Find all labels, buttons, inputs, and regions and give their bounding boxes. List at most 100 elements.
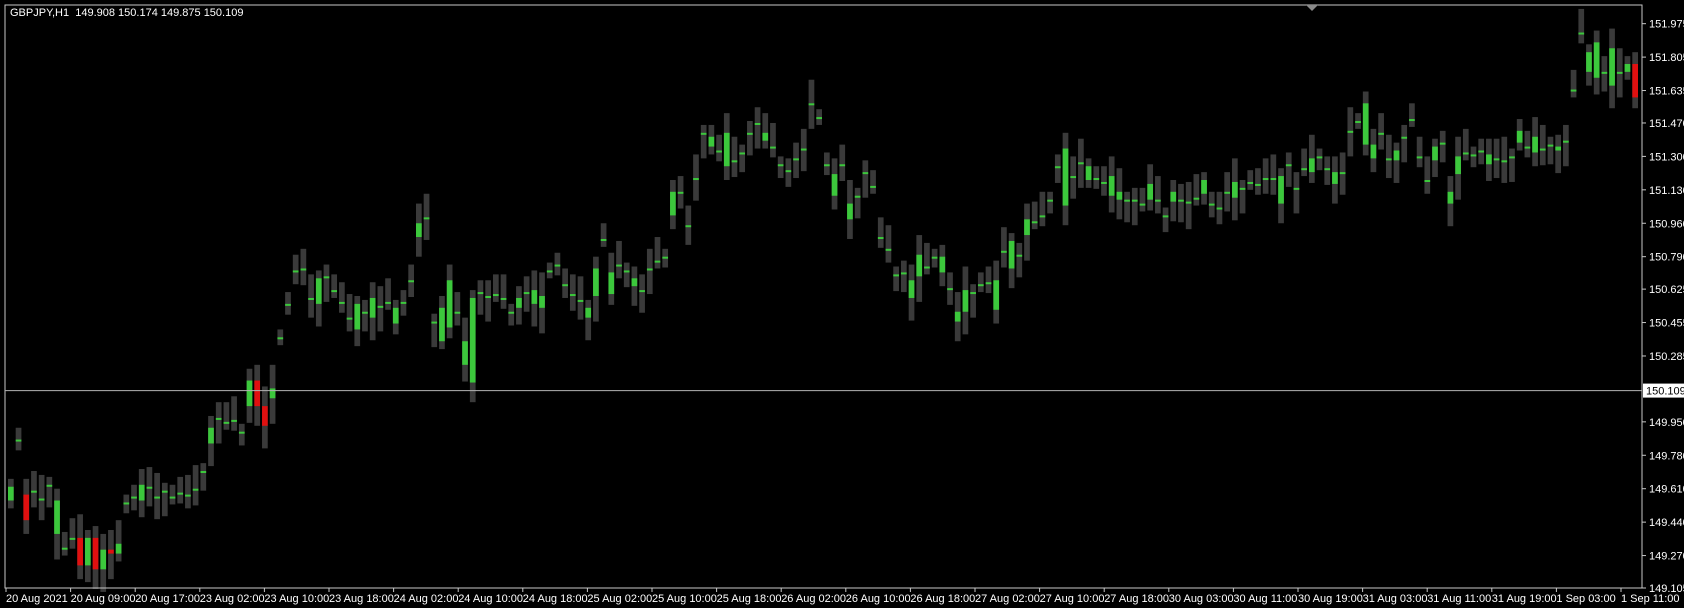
candle-wick [924, 242, 930, 275]
candle-body [1201, 179, 1207, 194]
candle-wick [1539, 124, 1546, 166]
candle-body [1355, 121, 1361, 124]
candle-body [1439, 142, 1446, 145]
candle-wick [877, 217, 884, 248]
candle-body [1455, 156, 1461, 175]
candle-body [947, 288, 953, 291]
y-tick-label: 150.790 [1649, 252, 1684, 264]
candle-body [269, 388, 276, 399]
candle-body [500, 297, 507, 300]
candle-body [1547, 144, 1554, 147]
candle-body [8, 486, 14, 501]
candle-body [1170, 191, 1177, 202]
y-tick-label: 151.975 [1649, 19, 1684, 31]
y-tick-label: 150.455 [1649, 318, 1684, 330]
candle-body [1470, 154, 1477, 157]
candle-wick [1139, 187, 1146, 212]
candle-body [924, 266, 930, 269]
candle-wick [762, 113, 769, 149]
candle-wick [900, 260, 907, 293]
candle-body [762, 132, 769, 141]
candle-body [1409, 119, 1415, 122]
candle-body [1401, 136, 1408, 139]
candle-body [369, 297, 376, 318]
candle-body [593, 268, 599, 297]
candle-body [1501, 160, 1508, 163]
candle-wick [223, 402, 230, 430]
candle-body [1255, 183, 1261, 186]
candle-body [308, 297, 314, 300]
candle-wick [1178, 183, 1184, 223]
candle-body [277, 337, 284, 340]
candle-body [623, 270, 630, 273]
candle-body [54, 500, 60, 534]
y-tick-label: 151.635 [1649, 86, 1684, 98]
candle-body [639, 290, 645, 293]
candle-body [108, 549, 114, 554]
candle-body [1162, 215, 1169, 218]
candle-body [146, 486, 153, 489]
candle-body [1093, 178, 1100, 181]
candle-body [469, 297, 476, 383]
y-tick-label: 149.610 [1649, 484, 1684, 496]
candle-body [747, 132, 753, 135]
symbol-timeframe: GBPJPY,H1 [10, 7, 70, 19]
candle-body [985, 282, 992, 285]
candles-layer [8, 8, 1638, 592]
candle-body [954, 311, 961, 322]
candle-body [816, 117, 822, 120]
candle-body [331, 290, 338, 293]
candle-body [1339, 172, 1346, 175]
candle-wick [1054, 154, 1061, 183]
candle-body [1270, 178, 1277, 181]
candle-wick [623, 262, 630, 288]
x-tick-label: 26 Aug 10:00 [846, 593, 911, 605]
candle-body [1555, 146, 1562, 151]
x-tick-label: 27 Aug 02:00 [975, 593, 1040, 605]
candle-body [539, 296, 545, 308]
y-tick-label: 150.625 [1649, 284, 1684, 296]
candle-body [254, 380, 261, 407]
candle-body [477, 292, 484, 295]
candle-body [385, 301, 391, 304]
candle-body [485, 296, 491, 299]
candle-body [439, 307, 445, 342]
candle-body [554, 264, 561, 267]
candle-wick [238, 423, 245, 446]
chart-window[interactable]: 151.975 151.805 151.635 151.470 151.300 151.1… [0, 0, 1684, 608]
candle-body [1370, 144, 1377, 159]
candle-body [1262, 178, 1269, 181]
candle-body [931, 256, 938, 259]
candle-wick [1509, 148, 1515, 182]
candle-wick [69, 518, 76, 549]
candle-wick [323, 264, 330, 302]
candle-body [546, 270, 553, 273]
candle-body [739, 152, 746, 155]
candle-wick [339, 282, 345, 313]
candle-body [1232, 181, 1238, 198]
x-tick-label: 30 Aug 03:00 [1169, 593, 1234, 605]
candle-wick [1124, 191, 1130, 223]
candle-body [161, 490, 168, 493]
x-tick-label: 30 Aug 19:00 [1298, 593, 1363, 605]
x-tick-label: 23 Aug 02:00 [200, 593, 265, 605]
candle-body [562, 284, 568, 287]
candle-body [1432, 146, 1438, 161]
x-tick-label: 27 Aug 10:00 [1040, 593, 1105, 605]
candle-wick [569, 274, 576, 311]
candle-body [1062, 148, 1069, 206]
candle-body [908, 280, 915, 298]
candle-wick [308, 274, 314, 318]
candle-wick [1570, 69, 1577, 98]
x-tick-label: 27 Aug 18:00 [1104, 593, 1169, 605]
candle-body [1039, 215, 1046, 218]
candle-wick [770, 122, 776, 158]
candle-wick [346, 294, 353, 332]
candle-wick [477, 280, 484, 315]
candle-body [962, 290, 969, 312]
candle-body [177, 492, 184, 495]
chart-canvas[interactable]: 151.975 151.805 151.635 151.470 151.300 151.1… [0, 0, 1684, 608]
candle-body [616, 264, 622, 267]
candle-wick [1470, 146, 1477, 168]
y-tick-label: 150.960 [1649, 218, 1684, 230]
